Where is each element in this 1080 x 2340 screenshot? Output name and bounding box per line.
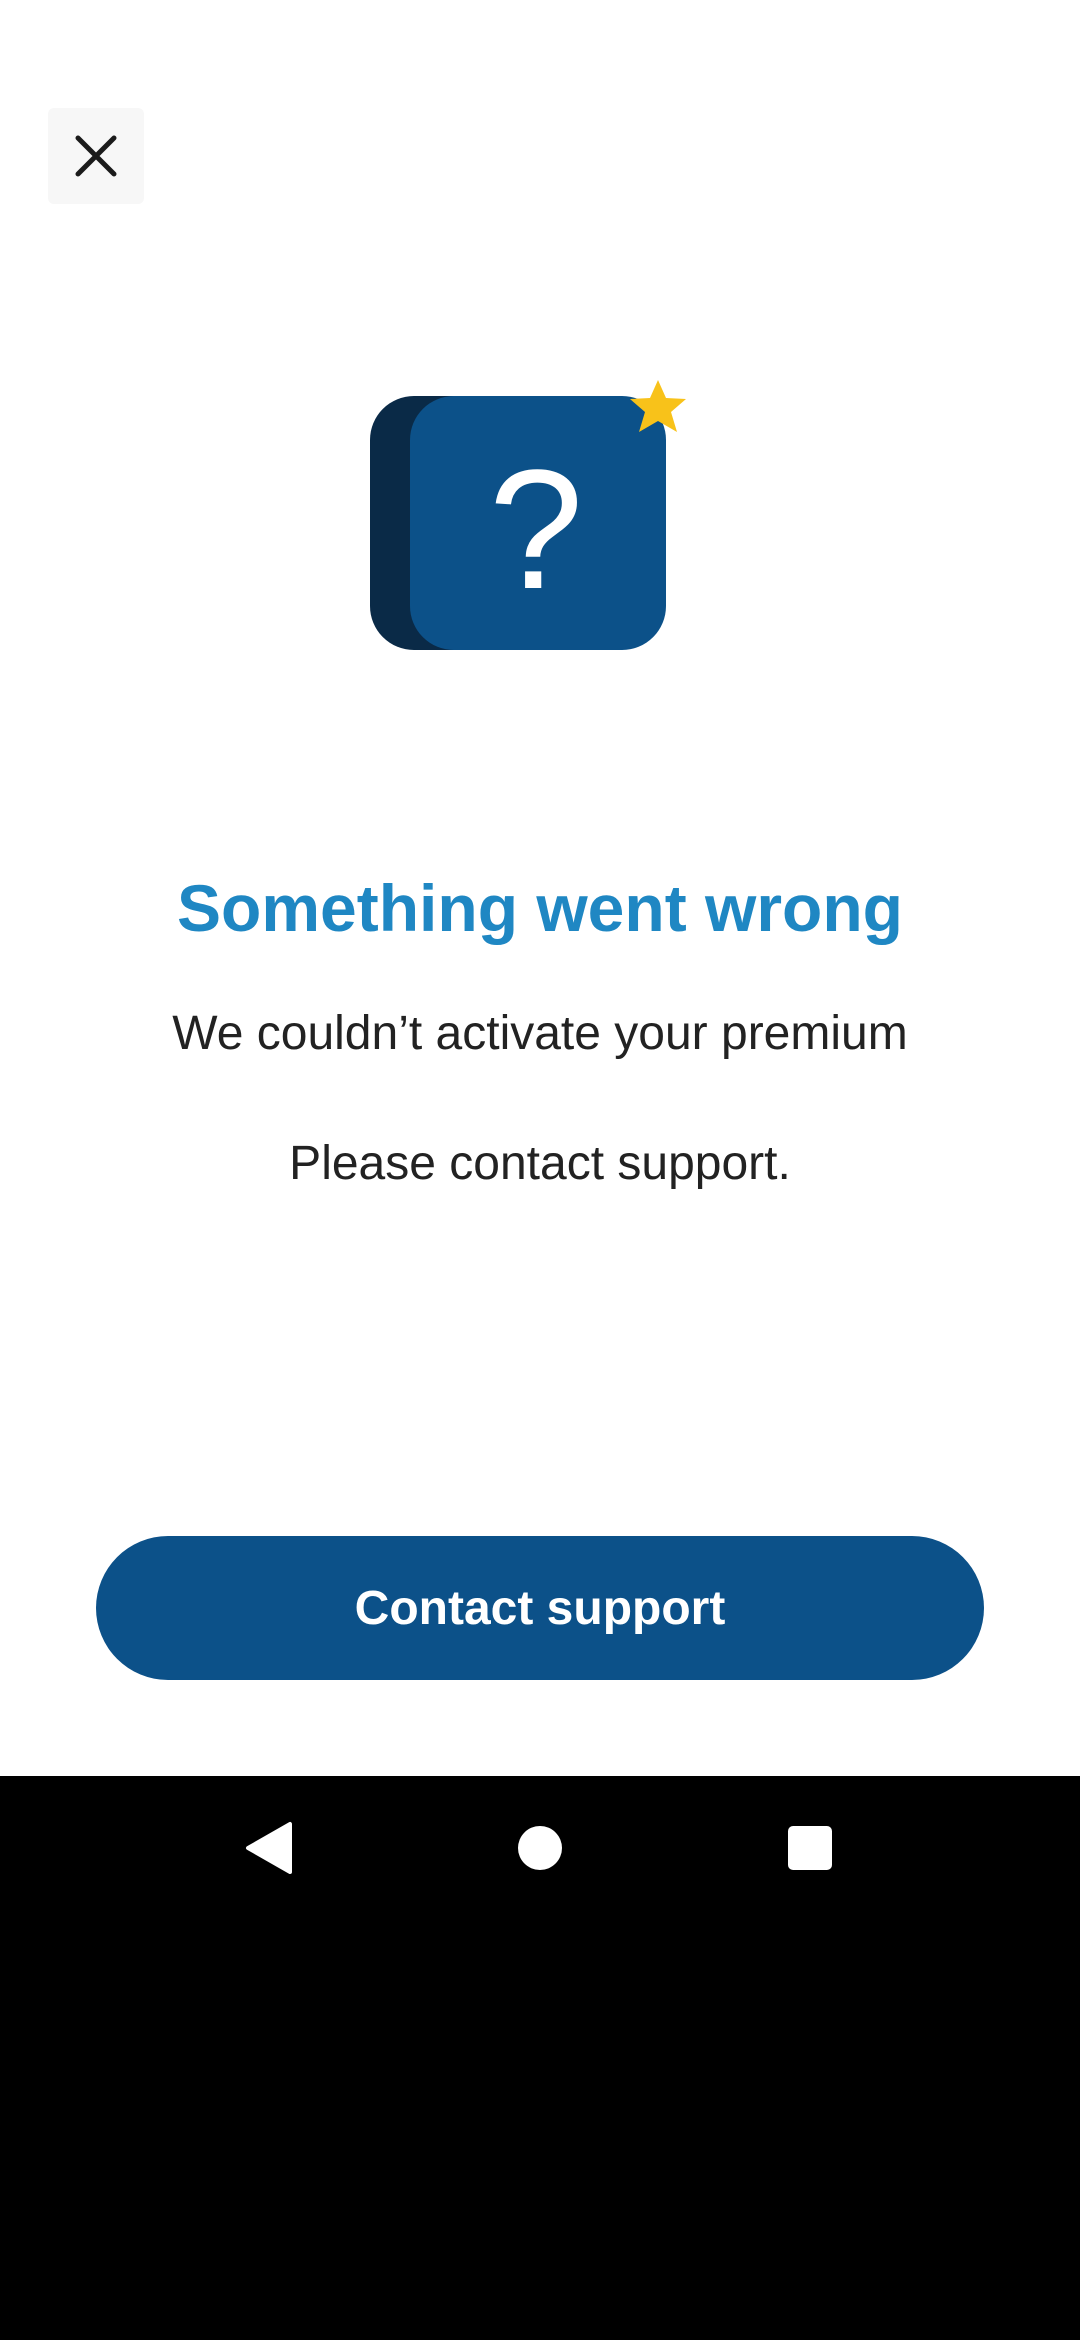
nav-back-button[interactable] (220, 1800, 316, 1896)
error-message: We couldn’t activate your premium (172, 1007, 908, 1060)
support-instruction: Please contact support. (289, 1137, 791, 1190)
system-navigation-bar (0, 1776, 1080, 1920)
question-mark-box-icon: ? (370, 380, 686, 650)
recent-apps-square-icon (788, 1826, 832, 1870)
close-icon (75, 135, 117, 177)
close-button[interactable] (48, 108, 144, 204)
svg-text:?: ? (489, 435, 584, 625)
back-triangle-icon (246, 1822, 292, 1874)
contact-support-button[interactable]: Contact support (96, 1536, 984, 1680)
nav-home-button[interactable] (492, 1800, 588, 1896)
error-screen: ? Something went wrong We couldn’t activ… (0, 0, 1080, 1776)
nav-recent-apps-button[interactable] (762, 1800, 858, 1896)
home-circle-icon (518, 1826, 562, 1870)
error-title: Something went wrong (177, 871, 903, 945)
